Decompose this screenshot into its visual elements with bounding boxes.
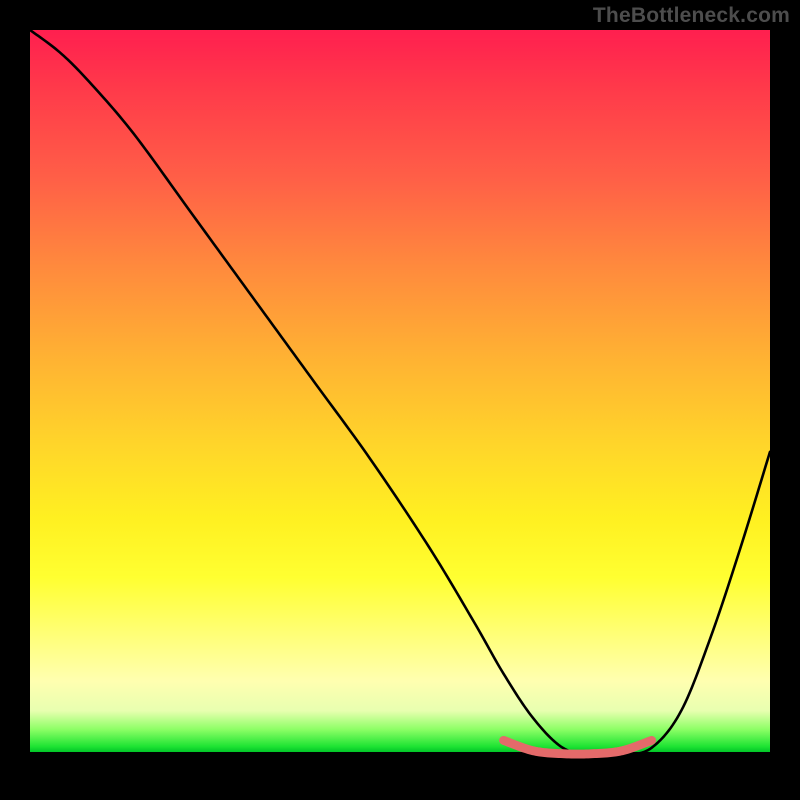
chart-frame: TheBottleneck.com bbox=[0, 0, 800, 800]
plot-area bbox=[30, 30, 770, 770]
sweet-spot-segment bbox=[504, 740, 652, 754]
watermark-text: TheBottleneck.com bbox=[593, 4, 790, 28]
curve-layer bbox=[30, 30, 770, 770]
bottleneck-curve bbox=[30, 30, 770, 756]
